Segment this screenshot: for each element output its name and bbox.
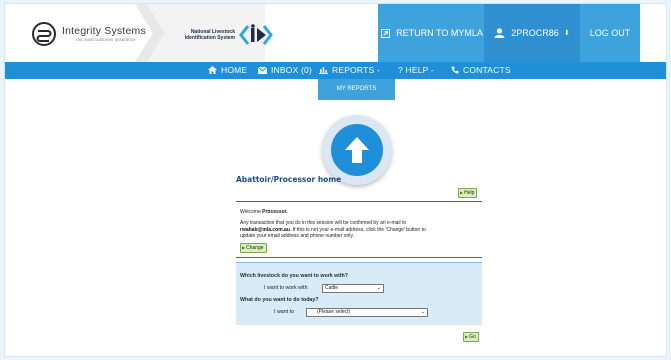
livestock-select[interactable]: Cattle ⌄ [322,284,384,293]
selection-form: Which livestock do you want to work with… [236,262,482,325]
change-button[interactable]: ▶Change [240,243,267,253]
work-with-label: I want to work with [264,285,308,291]
nav-reports-label: REPORTS - [332,65,380,75]
today-question: What do you want to do today? [240,297,319,303]
info-line-1: Any transaction that you do in this sess… [240,220,407,226]
play-icon: ▶ [465,334,469,339]
home-icon [208,66,217,74]
app-frame: Integrity Systems red meat customer assu… [4,3,667,357]
nav-inbox-label: INBOX (0) [271,65,313,75]
info-line-3: update your email address and phone numb… [240,233,354,239]
chevron-down-icon: ⬇ [563,30,570,37]
email-confirmation-info: Any transaction that you do in this sess… [240,220,478,240]
info-line-2: . If this is not your e-mail address, cl… [289,226,426,233]
nav-contacts-label: CONTACTS [463,65,511,75]
my-reports-label: MY REPORTS [336,86,377,92]
play-icon: ▶ [460,190,464,195]
welcome-text: Welcome Processor. [240,209,288,215]
nav-contacts[interactable]: CONTACTS [451,62,511,79]
help-button-label: Help [464,190,475,196]
go-button-label: Go [469,334,476,340]
info-email: rwahab@mla.com.au [240,226,290,233]
chevron-down-icon: ⌄ [376,285,381,291]
livestock-select-value: Cattle [325,285,339,291]
nav-home[interactable]: HOME [208,62,247,79]
envelope-icon [257,66,268,74]
user-icon [494,28,505,38]
want-to-label: I want to [274,309,295,315]
help-button[interactable]: ▶Help [458,188,478,198]
nlis-logo-text: National Livestock Identification System [177,29,235,41]
phone-icon [451,66,459,74]
nav-help-label: ? HELP - [398,65,434,75]
return-label: RETURN TO MYMLA [396,28,483,38]
main-nav: HOME INBOX (0) REPORTS - ? HELP - CONTAC… [5,62,666,79]
username-label: 2PROCR86 [511,28,559,38]
page-title: Abattoir/Processor home [236,175,342,184]
nav-reports[interactable]: REPORTS - [319,62,380,79]
nav-home-label: HOME [221,65,248,75]
logo-name: Integrity Systems [62,24,146,37]
change-button-label: Change [246,245,264,251]
nav-inbox[interactable]: INBOX (0) [257,62,313,79]
chevron-down-icon: ⌄ [420,309,425,315]
nlis-mark-icon [239,24,273,45]
welcome-prefix: Welcome [240,209,261,215]
user-menu-button[interactable]: 2PROCR86 ⬇ [484,4,580,62]
welcome-name: Processor. [262,209,288,215]
reports-dropdown-my-reports[interactable]: MY REPORTS [318,79,395,100]
return-to-mymla-button[interactable]: RETURN TO MYMLA [378,4,486,62]
action-select[interactable]: (Please select) ⌄ [306,308,428,317]
integrity-systems-logo[interactable]: Integrity Systems red meat customer assu… [32,20,146,48]
bar-chart-icon [319,67,328,74]
nlis-logo[interactable]: National Livestock Identification System [177,24,273,46]
scroll-to-top-inner [331,124,383,176]
integrity-systems-mark-icon [32,22,56,46]
logout-label: LOG OUT [589,28,631,38]
go-button[interactable]: ▶Go [463,332,479,342]
arrow-up-icon [345,137,369,163]
nav-help[interactable]: ? HELP - [398,62,434,79]
divider [236,257,482,258]
livestock-question: Which livestock do you want to work with… [240,273,349,279]
play-icon: ▶ [242,245,246,250]
top-header: Integrity Systems red meat customer assu… [5,4,666,62]
logout-button[interactable]: LOG OUT [580,4,640,62]
external-link-icon [381,28,391,38]
action-select-value: (Please select) [317,309,351,315]
nlis-line-2: Identification System [184,35,235,41]
divider [236,201,482,202]
